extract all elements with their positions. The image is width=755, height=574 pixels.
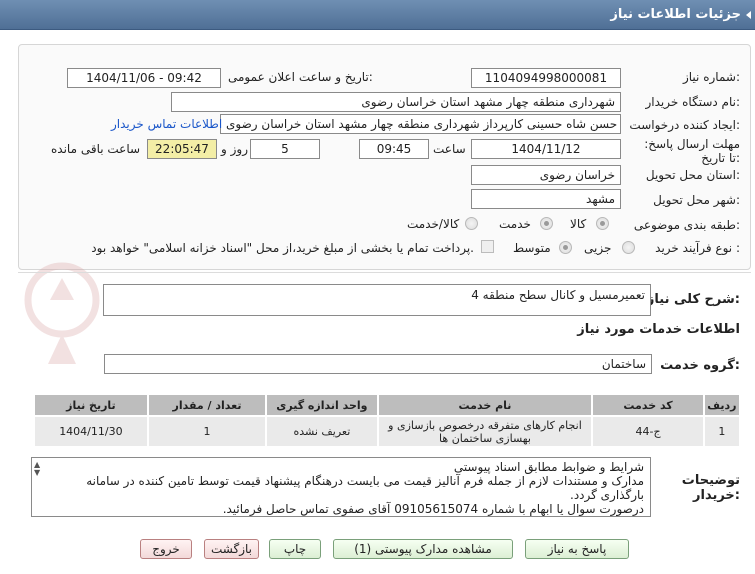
treasury-payment-note: پرداخت تمام یا بخشی از مبلغ خرید،از محل … bbox=[91, 241, 474, 255]
notes-line: مدارک و مستندات لازم از جمله فرم آنالیز … bbox=[86, 474, 644, 502]
buyer-contact-link[interactable]: اطلاعات تماس خریدار bbox=[111, 117, 222, 131]
city-field: مشهد bbox=[471, 189, 621, 209]
col-service-name: نام خدمت bbox=[376, 393, 594, 417]
province-field: خراسان رضوی bbox=[471, 165, 621, 185]
services-section-title: اطلاعات خدمات مورد نیاز bbox=[577, 322, 740, 337]
process-medium-radio[interactable] bbox=[559, 241, 572, 254]
service-group-field: ساختمان bbox=[104, 354, 652, 374]
print-button[interactable]: چاپ bbox=[269, 539, 321, 559]
deadline-time-field: 09:45 bbox=[359, 139, 429, 159]
category-goods-radio[interactable] bbox=[596, 217, 609, 230]
deadline-label: مهلت ارسال پاسخ: تا تاریخ: bbox=[644, 137, 740, 165]
deadline-time-label: ساعت bbox=[433, 142, 466, 156]
announce-datetime-label: تاریخ و ساعت اعلان عمومی: bbox=[228, 70, 373, 84]
services-table: ردیف کد خدمت نام خدمت واحد اندازه گیری ت… bbox=[33, 393, 742, 448]
process-minor-radio[interactable] bbox=[622, 241, 635, 254]
table-row: 1 ج-44 انجام کارهای متفرقه درخصوص بازساز… bbox=[33, 415, 742, 448]
cell-need-date: 1404/11/30 bbox=[33, 415, 149, 448]
category-both-radio[interactable] bbox=[465, 217, 478, 230]
process-option-minor-label: جزیی bbox=[584, 241, 612, 255]
col-quantity: تعداد / مقدار bbox=[146, 393, 268, 417]
divider bbox=[18, 272, 751, 273]
textarea-scroll-arrows-icon[interactable]: ▲ ▼ bbox=[34, 461, 40, 477]
page-title: جزئیات اطلاعات نیاز bbox=[610, 7, 741, 22]
buyer-notes-label: توضیحات خریدار: bbox=[681, 473, 740, 503]
col-service-code: کد خدمت bbox=[591, 393, 705, 417]
window-titlebar: جزئیات اطلاعات نیاز bbox=[0, 0, 755, 30]
category-service-radio[interactable] bbox=[540, 217, 553, 230]
treasury-payment-checkbox[interactable] bbox=[481, 240, 494, 253]
buyer-org-field: شهرداری منطقه چهار مشهد استان خراسان رضو… bbox=[171, 92, 621, 112]
category-option-both-label: کالا/خدمت bbox=[407, 217, 460, 231]
province-label: استان محل تحویل: bbox=[645, 168, 740, 182]
notes-line: شرایط و ضوابط مطابق اسناد پیوستی bbox=[453, 460, 644, 474]
col-need-date: تاریخ نیاز bbox=[33, 393, 149, 417]
city-label: شهر محل تحویل: bbox=[653, 193, 740, 207]
need-number-label: شماره نیاز: bbox=[682, 70, 740, 84]
summary-field: تعمیرمسیل و کانال سطح منطقه 4 bbox=[103, 284, 651, 316]
col-row-number: ردیف bbox=[702, 393, 742, 417]
collapse-arrow-icon[interactable] bbox=[746, 11, 751, 19]
process-type-label: نوع فرآیند خرید : bbox=[655, 241, 740, 255]
buyer-org-label: نام دستگاه خریدار: bbox=[645, 95, 741, 109]
announce-datetime-field: 1404/11/06 - 09:42 bbox=[67, 68, 221, 88]
category-option-goods-label: کالا bbox=[570, 217, 587, 231]
buyer-notes-textarea[interactable]: ▲ ▼ شرایط و ضوابط مطابق اسناد پیوستی مدار… bbox=[31, 457, 651, 517]
col-unit: واحد اندازه گیری bbox=[265, 393, 379, 417]
summary-label: شرح کلی نیاز: bbox=[646, 292, 740, 307]
cell-service-code: ج-44 bbox=[591, 415, 705, 448]
days-remaining-field: 5 bbox=[250, 139, 320, 159]
deadline-date-field: 1404/11/12 bbox=[471, 139, 621, 159]
exit-button[interactable]: خروج bbox=[140, 539, 192, 559]
category-label: طبقه بندی موضوعی: bbox=[633, 218, 740, 232]
need-number-field: 1104094998000081 bbox=[471, 68, 621, 88]
cell-quantity: 1 bbox=[146, 415, 268, 448]
cell-unit: تعریف نشده bbox=[265, 415, 379, 448]
reply-to-need-button[interactable]: پاسخ به نیاز bbox=[525, 539, 629, 559]
table-header-row: ردیف کد خدمت نام خدمت واحد اندازه گیری ت… bbox=[33, 393, 742, 417]
days-label: روز و bbox=[221, 142, 248, 156]
cell-row-number: 1 bbox=[702, 415, 742, 448]
notes-line: درصورت سوال یا ابهام با شماره 0910561507… bbox=[222, 502, 644, 516]
back-button[interactable]: بازگشت bbox=[204, 539, 259, 559]
remaining-time-field: 22:05:47 bbox=[147, 139, 217, 159]
process-option-medium-label: متوسط bbox=[513, 241, 551, 255]
category-option-service-label: خدمت bbox=[499, 217, 531, 231]
creator-field: حسن شاه حسینی کارپرداز شهرداری منطقه چها… bbox=[220, 114, 621, 134]
remaining-time-label: ساعت باقی مانده bbox=[51, 142, 141, 156]
view-attachments-button[interactable]: مشاهده مدارک پیوستی (1) bbox=[333, 539, 513, 559]
creator-label: ایجاد کننده درخواست: bbox=[629, 118, 740, 132]
service-group-label: گروه خدمت: bbox=[660, 358, 740, 373]
cell-service-name: انجام کارهای متفرقه درخصوص بازسازی و بهس… bbox=[376, 415, 594, 448]
